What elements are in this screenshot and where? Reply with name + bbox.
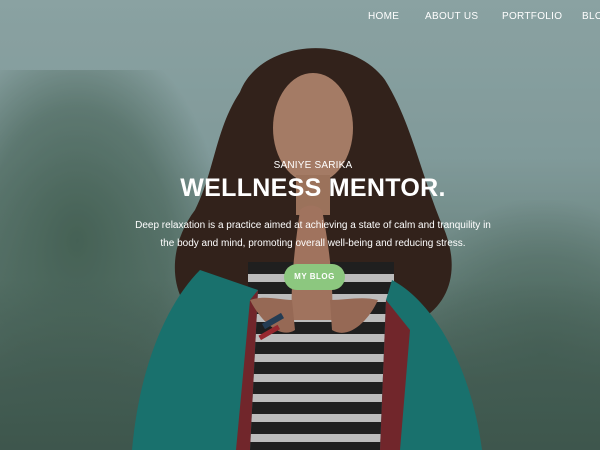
hero-description: Deep relaxation is a practice aimed at a…	[135, 220, 491, 249]
my-blog-button[interactable]: MY BLOG	[284, 264, 345, 290]
hero-section: HOME ABOUT US PORTFOLIO BLOG SANIYE SARI…	[0, 0, 600, 450]
hero-subtitle: SANIYE SARIKA	[273, 160, 353, 171]
nav-home-link[interactable]: HOME	[368, 11, 399, 22]
nav-blog-link[interactable]: BLOG	[582, 11, 600, 22]
top-navigation: HOME ABOUT US PORTFOLIO BLOG	[0, 0, 600, 34]
hero-title: WELLNESS MENTOR.	[180, 174, 446, 202]
nav-about-us-link[interactable]: ABOUT US	[425, 11, 478, 22]
nav-portfolio-link[interactable]: PORTFOLIO	[502, 11, 562, 22]
